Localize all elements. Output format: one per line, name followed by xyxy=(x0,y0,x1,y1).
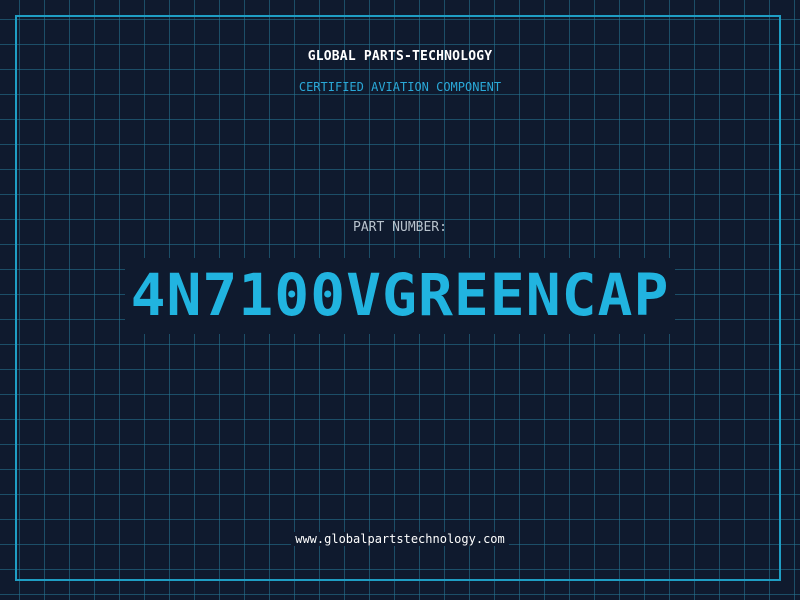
part-number-value: 4N7100VGREENCAP xyxy=(124,258,676,334)
part-number-label: PART NUMBER: xyxy=(353,220,447,235)
company-name: GLOBAL PARTS-TECHNOLOGY xyxy=(307,49,493,64)
company-tagline: CERTIFIED AVIATION COMPONENT xyxy=(298,80,502,94)
part-label-card: GLOBAL PARTS-TECHNOLOGY CERTIFIED AVIATI… xyxy=(0,0,800,600)
footer: www.globalpartstechnology.com xyxy=(0,530,800,548)
part-number-container: 4N7100VGREENCAP xyxy=(0,258,800,334)
website-url: www.globalpartstechnology.com xyxy=(291,532,509,546)
